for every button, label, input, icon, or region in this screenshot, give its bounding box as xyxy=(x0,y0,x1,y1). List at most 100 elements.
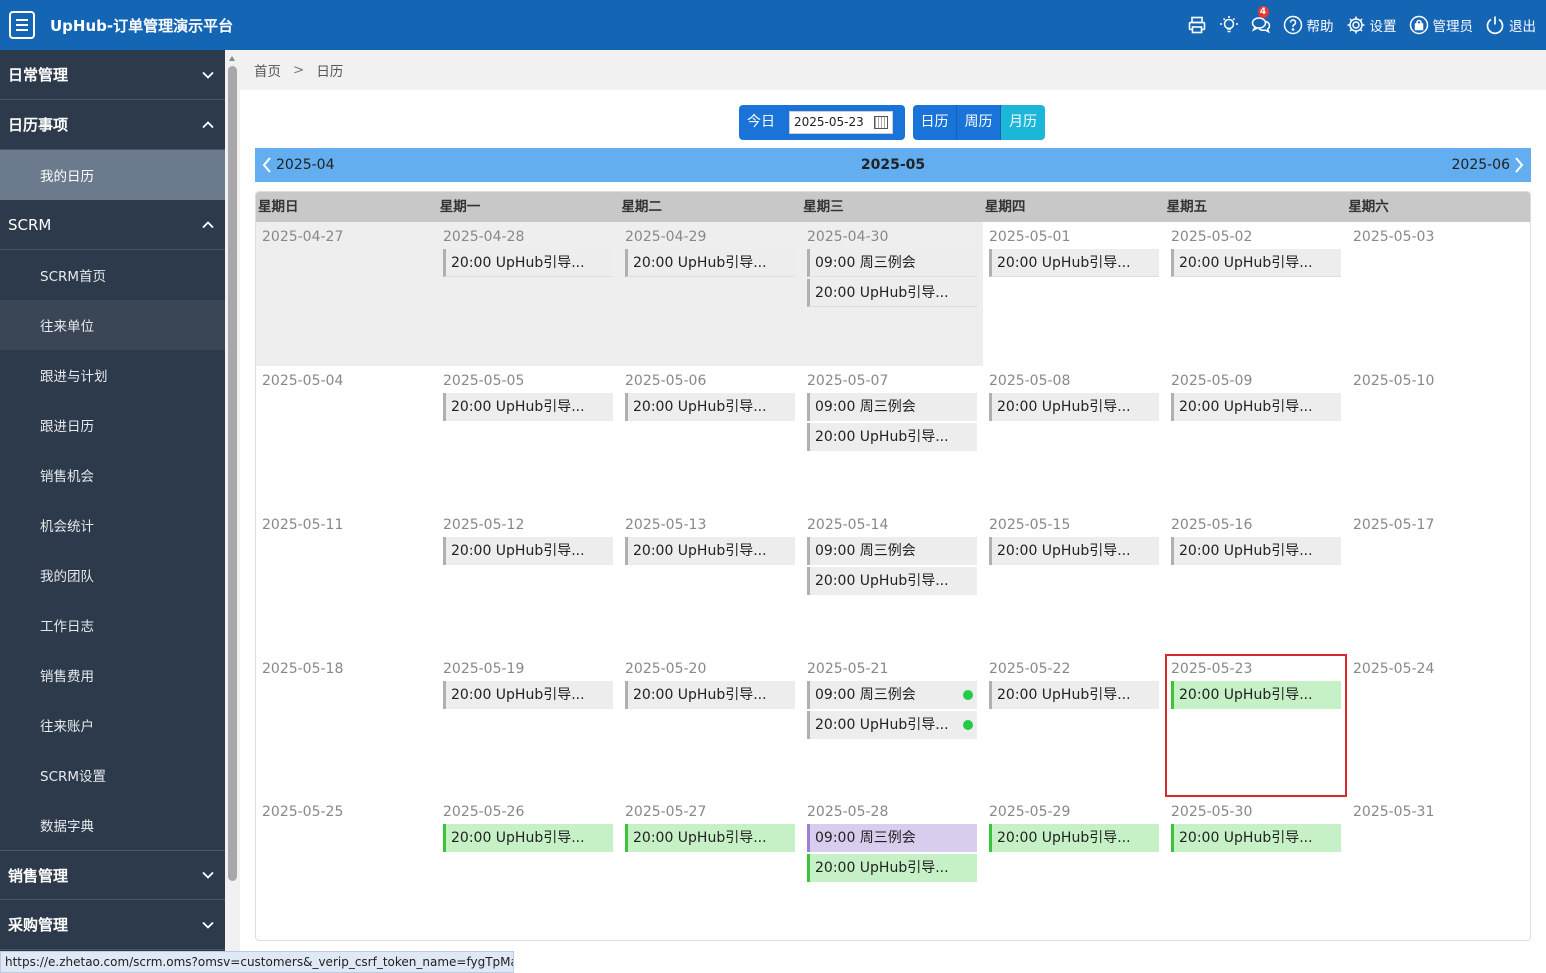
logout-button[interactable]: 退出 xyxy=(1485,15,1536,35)
calendar-day-cell[interactable]: 2025-05-27 20:00 UpHub引导... xyxy=(619,797,801,940)
calendar-icon[interactable] xyxy=(874,116,888,129)
calendar-day-cell[interactable]: 2025-05-13 20:00 UpHub引导... xyxy=(619,510,801,654)
breadcrumb-home-link[interactable]: 首页 xyxy=(254,60,281,80)
calendar-day-cell[interactable]: 2025-05-03 xyxy=(1347,222,1530,366)
calendar-day-cell[interactable]: 2025-05-31 xyxy=(1347,797,1530,940)
calendar-day-cell[interactable]: 2025-05-05 20:00 UpHub引导... xyxy=(437,366,619,510)
calendar-event[interactable]: 20:00 UpHub引导... xyxy=(1171,393,1341,421)
calendar-event[interactable]: 20:00 UpHub引导... xyxy=(443,249,613,277)
calendar-day-cell[interactable]: 2025-04-29 20:00 UpHub引导... xyxy=(619,222,801,366)
today-button[interactable]: 今日 xyxy=(739,105,783,140)
admin-button[interactable]: 管理员 xyxy=(1409,15,1473,35)
calendar-event[interactable]: 20:00 UpHub引导... xyxy=(625,824,795,852)
calendar-event[interactable]: 20:00 UpHub引导... xyxy=(1171,824,1341,852)
calendar-day-cell[interactable]: 2025-05-09 20:00 UpHub引导... xyxy=(1165,366,1347,510)
calendar-day-cell[interactable]: 2025-05-11 xyxy=(256,510,437,654)
calendar-event[interactable]: 20:00 UpHub引导... xyxy=(625,249,795,277)
calendar-event[interactable]: 20:00 UpHub引导... xyxy=(989,537,1159,565)
calendar-event[interactable]: 20:00 UpHub引导... xyxy=(625,393,795,421)
calendar-day-cell[interactable]: 2025-05-21 09:00 周三例会 20:00 UpHub引导... xyxy=(801,654,983,797)
calendar-day-cell[interactable]: 2025-05-14 09:00 周三例会 20:00 UpHub引导... xyxy=(801,510,983,654)
calendar-day-cell[interactable]: 2025-05-28 09:00 周三例会 20:00 UpHub引导... xyxy=(801,797,983,940)
sidebar-group-purchase[interactable]: 采购管理 xyxy=(0,900,225,950)
sidebar-item-my-calendar[interactable]: 我的日历 xyxy=(0,150,225,200)
calendar-day-cell[interactable]: 2025-05-18 xyxy=(256,654,437,797)
calendar-event[interactable]: 09:00 周三例会 xyxy=(807,537,977,565)
calendar-event[interactable]: 09:00 周三例会 xyxy=(807,681,977,709)
calendar-event[interactable]: 20:00 UpHub引导... xyxy=(989,681,1159,709)
calendar-day-cell[interactable]: 2025-05-22 20:00 UpHub引导... xyxy=(983,654,1165,797)
sidebar-item-followup-calendar[interactable]: 跟进日历 xyxy=(0,400,225,450)
calendar-day-cell[interactable]: 2025-05-15 20:00 UpHub引导... xyxy=(983,510,1165,654)
settings-button[interactable]: 设置 xyxy=(1346,15,1397,35)
sidebar-item-scrm-home[interactable]: SCRM首页 xyxy=(0,250,225,300)
calendar-event[interactable]: 20:00 UpHub引导... xyxy=(443,537,613,565)
calendar-event[interactable]: 20:00 UpHub引导... xyxy=(807,423,977,451)
calendar-day-cell[interactable]: 2025-05-04 xyxy=(256,366,437,510)
calendar-event[interactable]: 20:00 UpHub引导... xyxy=(1171,537,1341,565)
calendar-event[interactable]: 20:00 UpHub引导... xyxy=(443,393,613,421)
calendar-day-cell[interactable]: 2025-04-28 20:00 UpHub引导... xyxy=(437,222,619,366)
calendar-day-cell[interactable]: 2025-05-24 xyxy=(1347,654,1530,797)
calendar-day-cell[interactable]: 2025-05-10 xyxy=(1347,366,1530,510)
help-button[interactable]: 帮助 xyxy=(1283,15,1334,35)
calendar-day-cell[interactable]: 2025-05-20 20:00 UpHub引导... xyxy=(619,654,801,797)
sidebar-item-opportunity-stats[interactable]: 机会统计 xyxy=(0,500,225,550)
sidebar-group-daily[interactable]: 日常管理 xyxy=(0,50,225,100)
calendar-day-cell[interactable]: 2025-04-27 xyxy=(256,222,437,366)
print-button[interactable] xyxy=(1187,15,1207,35)
calendar-event[interactable]: 20:00 UpHub引导... xyxy=(443,681,613,709)
tips-button[interactable] xyxy=(1219,15,1239,35)
next-month-button[interactable]: 2025-06 xyxy=(1452,148,1526,182)
calendar-day-cell[interactable]: 2025-05-19 20:00 UpHub引导... xyxy=(437,654,619,797)
calendar-event[interactable]: 20:00 UpHub引导... xyxy=(625,681,795,709)
sidebar-group-calendar[interactable]: 日历事项 xyxy=(0,100,225,150)
calendar-event[interactable]: 20:00 UpHub引导... xyxy=(807,567,977,595)
sidebar-item-data-dictionary[interactable]: 数据字典 xyxy=(0,800,225,850)
calendar-day-cell[interactable]: 2025-04-30 09:00 周三例会 20:00 UpHub引导... xyxy=(801,222,983,366)
calendar-day-cell[interactable]: 2025-05-12 20:00 UpHub引导... xyxy=(437,510,619,654)
calendar-day-cell[interactable]: 2025-05-16 20:00 UpHub引导... xyxy=(1165,510,1347,654)
month-view-button[interactable]: 月历 xyxy=(1001,105,1045,140)
calendar-event[interactable]: 20:00 UpHub引导... xyxy=(1171,681,1341,709)
calendar-day-cell[interactable]: 2025-05-29 20:00 UpHub引导... xyxy=(983,797,1165,940)
calendar-day-cell[interactable]: 2025-05-08 20:00 UpHub引导... xyxy=(983,366,1165,510)
sidebar-group-scrm[interactable]: SCRM xyxy=(0,200,225,250)
week-view-button[interactable]: 周历 xyxy=(957,105,1001,140)
scrollbar-thumb[interactable] xyxy=(228,66,237,881)
calendar-day-cell[interactable]: 2025-05-25 xyxy=(256,797,437,940)
calendar-event[interactable]: 09:00 周三例会 xyxy=(807,393,977,421)
prev-month-button[interactable]: 2025-04 xyxy=(261,148,335,182)
calendar-event[interactable]: 20:00 UpHub引导... xyxy=(807,711,977,739)
sidebar-group-sales[interactable]: 销售管理 xyxy=(0,850,225,900)
calendar-event[interactable]: 20:00 UpHub引导... xyxy=(989,249,1159,277)
calendar-event[interactable]: 20:00 UpHub引导... xyxy=(807,279,977,307)
calendar-event[interactable]: 09:00 周三例会 xyxy=(807,249,977,277)
sidebar-item-scrm-settings[interactable]: SCRM设置 xyxy=(0,750,225,800)
sidebar-scrollbar[interactable] xyxy=(225,50,240,973)
calendar-event[interactable]: 20:00 UpHub引导... xyxy=(625,537,795,565)
messages-button[interactable]: 4 xyxy=(1251,6,1271,35)
date-input[interactable]: 2025-05-23 xyxy=(789,111,893,134)
day-view-button[interactable]: 日历 xyxy=(913,105,957,140)
calendar-day-cell[interactable]: 2025-05-06 20:00 UpHub引导... xyxy=(619,366,801,510)
calendar-day-cell[interactable]: 2025-05-02 20:00 UpHub引导... xyxy=(1165,222,1347,366)
calendar-day-cell[interactable]: 2025-05-17 xyxy=(1347,510,1530,654)
calendar-day-cell[interactable]: 2025-05-30 20:00 UpHub引导... xyxy=(1165,797,1347,940)
calendar-day-cell-today[interactable]: 2025-05-23 20:00 UpHub引导... xyxy=(1165,654,1347,797)
calendar-event[interactable]: 20:00 UpHub引导... xyxy=(989,393,1159,421)
sidebar-item-sales-expense[interactable]: 销售费用 xyxy=(0,650,225,700)
sidebar-item-followup-plan[interactable]: 跟进与计划 xyxy=(0,350,225,400)
sidebar-item-accounts[interactable]: 往来账户 xyxy=(0,700,225,750)
sidebar-item-my-team[interactable]: 我的团队 xyxy=(0,550,225,600)
sidebar-item-sales-opportunity[interactable]: 销售机会 xyxy=(0,450,225,500)
calendar-day-cell[interactable]: 2025-05-01 20:00 UpHub引导... xyxy=(983,222,1165,366)
calendar-day-cell[interactable]: 2025-05-26 20:00 UpHub引导... xyxy=(437,797,619,940)
calendar-event[interactable]: 09:00 周三例会 xyxy=(807,824,977,852)
sidebar-item-partners[interactable]: 往来单位 xyxy=(0,300,225,350)
calendar-event[interactable]: 20:00 UpHub引导... xyxy=(989,824,1159,852)
sidebar-item-work-log[interactable]: 工作日志 xyxy=(0,600,225,650)
calendar-event[interactable]: 20:00 UpHub引导... xyxy=(443,824,613,852)
scroll-up-arrow-icon[interactable] xyxy=(229,56,235,61)
calendar-event[interactable]: 20:00 UpHub引导... xyxy=(807,854,977,882)
